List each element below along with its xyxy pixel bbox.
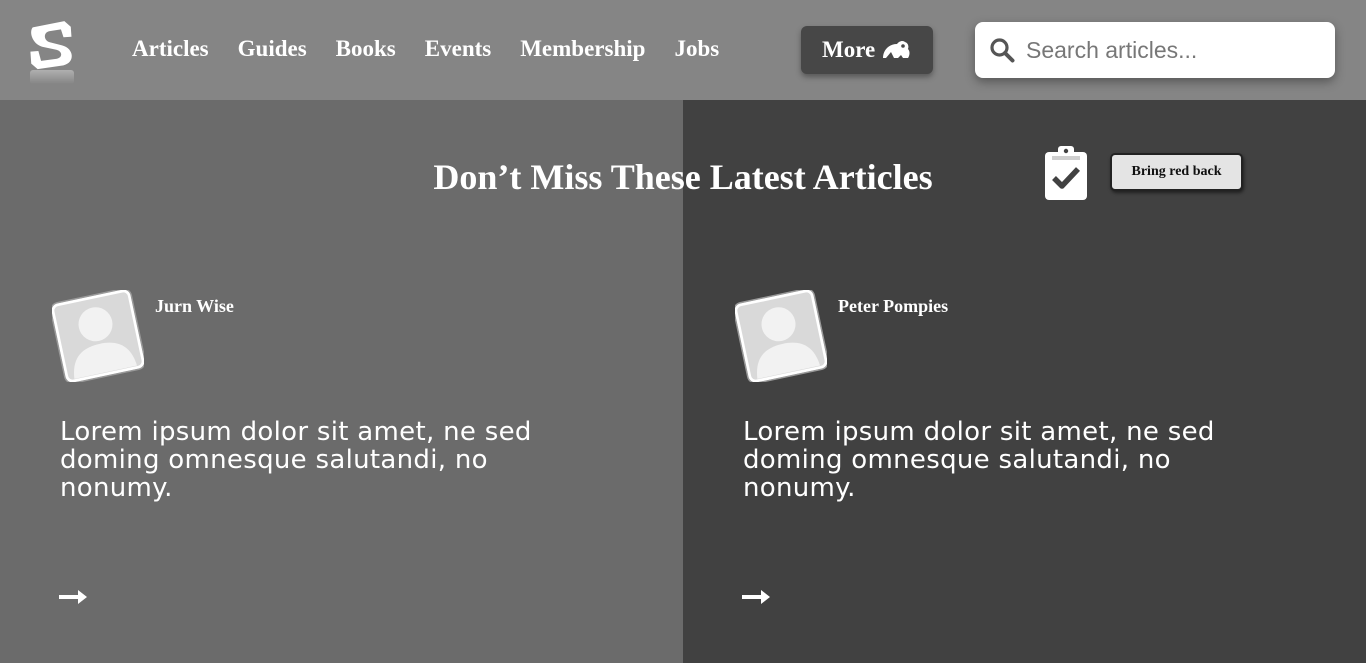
avatar — [52, 290, 144, 382]
more-label: More — [822, 37, 876, 62]
article-card: Jurn Wise Lorem ipsum dolor sit amet, ne… — [52, 290, 652, 620]
nav-events[interactable]: Events — [425, 33, 491, 65]
search-input[interactable] — [1026, 36, 1326, 64]
search-box[interactable] — [975, 22, 1335, 78]
article-card: Peter Pompies Lorem ipsum dolor sit amet… — [735, 290, 1335, 620]
author-name[interactable]: Peter Pompies — [838, 296, 948, 317]
clipboard-check-icon[interactable] — [1044, 145, 1088, 201]
section-title: Don’t Miss These Latest Articles — [433, 157, 933, 197]
nav-books[interactable]: Books — [336, 33, 396, 65]
author-name[interactable]: Jurn Wise — [155, 296, 234, 317]
nav-membership[interactable]: Membership — [520, 33, 645, 65]
search-icon — [990, 38, 1015, 63]
arrow-right-icon[interactable] — [59, 588, 89, 606]
nav-guides[interactable]: Guides — [238, 33, 307, 65]
frog-icon — [883, 40, 910, 58]
arrow-right-icon[interactable] — [742, 588, 772, 606]
article-excerpt: Lorem ipsum dolor sit amet, ne sed domin… — [60, 417, 532, 503]
bring-red-back-button[interactable]: Bring red back — [1110, 153, 1243, 191]
nav-articles[interactable]: Articles — [132, 33, 209, 65]
nav-jobs[interactable]: Jobs — [674, 33, 719, 65]
more-button[interactable]: More — [801, 26, 933, 74]
site-header: Articles Guides Books Events Membership … — [0, 0, 1366, 100]
avatar — [735, 290, 827, 382]
main-nav: Articles Guides Books Events Membership … — [132, 33, 748, 65]
article-excerpt: Lorem ipsum dolor sit amet, ne sed domin… — [743, 417, 1215, 503]
s-logo-icon[interactable] — [28, 20, 78, 86]
